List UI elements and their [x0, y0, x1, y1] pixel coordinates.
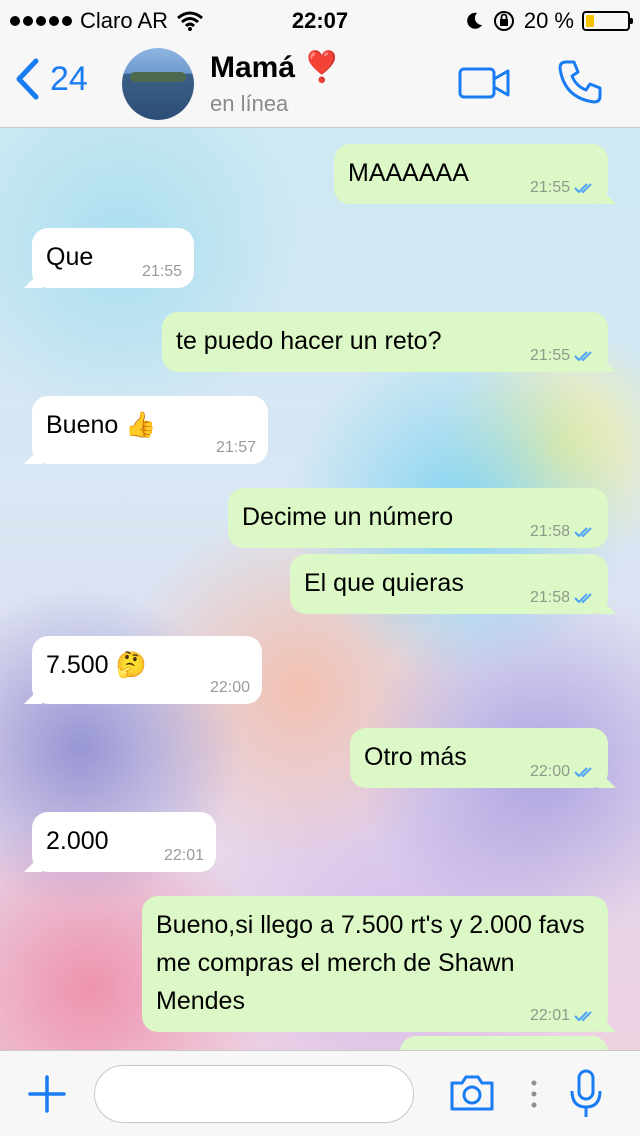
message-time: 22:00 [529, 763, 570, 780]
message-meta: 22:01 [530, 1008, 596, 1024]
message-time: 22:00 [209, 679, 250, 696]
carrier-label: Claro AR [80, 8, 169, 33]
double-check-icon [574, 593, 592, 604]
message-bubble[interactable]: Otro más 22:00 [350, 728, 616, 788]
bubble-tail [598, 770, 616, 788]
message-meta: 21:55 [530, 180, 596, 196]
contact-status: en línea [210, 91, 289, 116]
double-check-icon [574, 1011, 592, 1022]
message-time: 21:57 [215, 439, 256, 456]
message-time: 21:55 [529, 347, 570, 364]
bubble-tail [24, 446, 42, 464]
back-count: 24 [50, 59, 88, 98]
message-bubble[interactable]: 2.000 22:01 [24, 812, 216, 872]
message-meta: 21:55 [530, 348, 596, 364]
bubble-tail [24, 686, 42, 704]
video-call-icon[interactable] [458, 66, 512, 100]
wifi-icon [177, 11, 204, 31]
plus-icon[interactable] [28, 1075, 66, 1113]
bubble-tail [598, 354, 616, 372]
message-input[interactable] [94, 1065, 414, 1123]
bubble-tail [598, 186, 616, 204]
contact-info[interactable]: Mamá ❣️ en línea [210, 50, 341, 117]
message-meta: 21:55 [142, 264, 182, 280]
camera-icon[interactable] [448, 1073, 496, 1113]
double-check-icon [574, 767, 592, 778]
contact-name: Mamá ❣️ [210, 51, 341, 84]
avatar[interactable] [122, 48, 194, 120]
message-time: 22:01 [163, 847, 204, 864]
message-time: 21:55 [529, 179, 570, 196]
message-bubble[interactable]: MAAAAAA 21:55 [334, 144, 616, 204]
message-time: 21:55 [141, 263, 182, 280]
back-chevron-icon [16, 58, 39, 100]
message-meta: 21:58 [530, 590, 596, 606]
message-bubble[interactable]: El que quieras 21:58 [290, 554, 616, 614]
rotation-lock-icon [493, 11, 514, 31]
message-time: 21:58 [529, 523, 570, 540]
input-bar [0, 1050, 640, 1136]
bubble-tail [598, 596, 616, 614]
bubble-tail [24, 270, 42, 288]
message-bubble-partial[interactable] [400, 1036, 608, 1050]
back-button[interactable]: 24 [14, 58, 88, 100]
microphone-icon[interactable] [568, 1069, 604, 1121]
message-bubble[interactable]: 7.500 🤔 22:00 [24, 636, 262, 704]
bubble-tail [598, 1014, 616, 1032]
moon-icon [467, 12, 482, 29]
status-bar: Claro AR 22:07 20 % [0, 0, 640, 40]
message-bubble[interactable]: Decime un número 21:58 [228, 488, 608, 548]
bubble-tail [24, 854, 42, 872]
battery-label: 20 % [523, 8, 574, 33]
message-bubble[interactable]: Bueno,si llego a 7.500 rt's y 2.000 favs… [142, 896, 616, 1032]
double-check-icon [574, 527, 592, 538]
message-bubble[interactable]: Que 21:55 [24, 228, 194, 288]
message-meta: 21:57 [216, 440, 256, 456]
message-text: Bueno,si llego a 7.500 rt's y 2.000 favs… [156, 911, 585, 1015]
chat-header: 24 Mamá ❣️ en línea [0, 40, 640, 128]
message-meta: 21:58 [530, 524, 596, 540]
message-time: 21:58 [529, 589, 570, 606]
battery-icon [582, 11, 633, 31]
double-check-icon [574, 351, 592, 362]
signal-dots-icon [10, 16, 72, 26]
message-bubble[interactable]: te puedo hacer un reto? 21:55 [162, 312, 616, 372]
message-time: 22:01 [529, 1007, 570, 1024]
chat-background: MAAAAAA 21:55 Que 21:55 te puedo hacer u… [0, 128, 640, 1050]
phone-icon[interactable] [556, 58, 604, 106]
message-bubble[interactable]: Bueno 👍 21:57 [24, 396, 268, 464]
more-dots-icon[interactable] [530, 1079, 538, 1109]
double-check-icon [574, 183, 592, 194]
message-meta: 22:00 [530, 764, 596, 780]
message-meta: 22:01 [164, 848, 204, 864]
message-meta: 22:00 [210, 680, 250, 696]
